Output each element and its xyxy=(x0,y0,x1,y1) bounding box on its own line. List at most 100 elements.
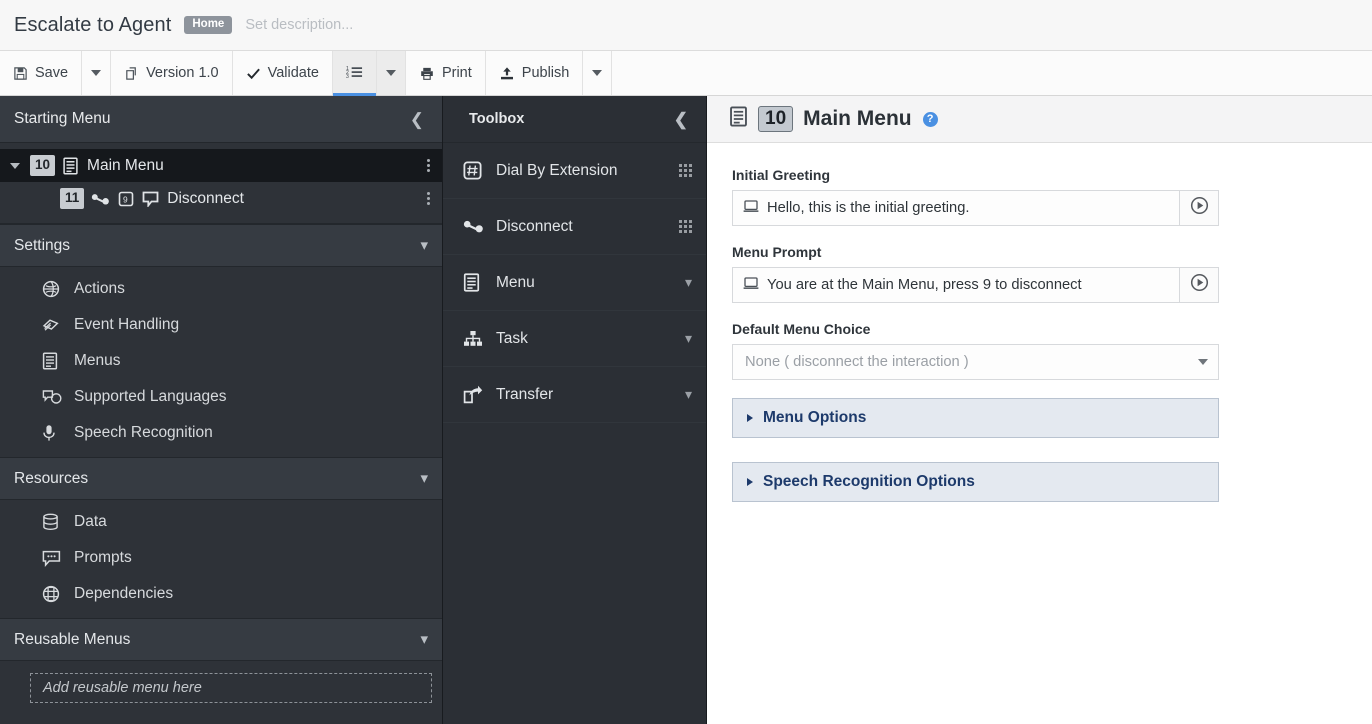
svg-text:9: 9 xyxy=(123,194,128,204)
drag-handle-icon[interactable] xyxy=(679,164,692,177)
sidebar-item-label: Menus xyxy=(74,352,121,369)
chevron-right-icon xyxy=(747,414,753,422)
node-label: Main Menu xyxy=(87,156,164,174)
section-header-reusable-menus[interactable]: Reusable Menus ▾ xyxy=(0,618,442,661)
sidebar-item-event-handling[interactable]: Event Handling xyxy=(0,307,442,343)
toolbox-panel: Toolbox ❮ Dial By Extension Disconnect M… xyxy=(443,96,707,724)
node-menu-icon[interactable] xyxy=(417,192,430,205)
chevron-down-icon[interactable]: ▾ xyxy=(685,330,692,347)
node-badge: 11 xyxy=(60,188,85,209)
chevron-down-icon xyxy=(592,70,603,76)
left-sidebar: Starting Menu ❮ 10 Main Menu 11 9 Discon… xyxy=(0,96,443,724)
sidebar-item-data[interactable]: Data xyxy=(0,504,442,540)
section-header-resources[interactable]: Resources ▾ xyxy=(0,457,442,500)
description-placeholder[interactable]: Set description... xyxy=(245,17,353,33)
print-label: Print xyxy=(441,65,472,81)
toolbox-item-task[interactable]: Task ▾ xyxy=(443,311,706,367)
tree-node-disconnect[interactable]: 11 9 Disconnect xyxy=(0,182,442,215)
section-header-settings[interactable]: Settings ▾ xyxy=(0,224,442,267)
page-title: Escalate to Agent xyxy=(14,13,172,36)
accordion-menu-options[interactable]: Menu Options xyxy=(732,398,1219,438)
input-group: You are at the Main Menu, press 9 to dis… xyxy=(732,267,1219,303)
chevron-down-icon xyxy=(1198,359,1208,365)
chevron-down-icon[interactable]: ▾ xyxy=(420,238,428,253)
menu-list-icon xyxy=(42,352,62,370)
version-button[interactable]: Version 1.0 xyxy=(111,51,233,95)
menu-list-icon xyxy=(62,156,79,175)
toolbox-item-disconnect[interactable]: Disconnect xyxy=(443,199,706,255)
publish-button[interactable]: Publish xyxy=(486,51,584,95)
section-body-resources: Data Prompts Dependencies xyxy=(0,500,442,618)
outline-view-button[interactable]: 1 2 3 xyxy=(332,51,377,96)
initial-greeting-input[interactable]: Hello, this is the initial greeting. xyxy=(732,190,1179,226)
sidebar-item-menus[interactable]: Menus xyxy=(0,343,442,379)
sidebar-item-speech-recognition[interactable]: Speech Recognition xyxy=(0,415,442,451)
chevron-down-icon[interactable]: ▾ xyxy=(685,274,692,291)
chevron-down-icon xyxy=(91,70,102,76)
workspace: Starting Menu ❮ 10 Main Menu 11 9 Discon… xyxy=(0,96,1372,724)
main-panel: 10 Main Menu ? Initial Greeting Hello, t… xyxy=(707,96,1372,724)
validate-button[interactable]: Validate xyxy=(233,51,333,95)
chevron-down-icon[interactable]: ▾ xyxy=(685,386,692,403)
save-button[interactable]: Save xyxy=(0,51,83,95)
chat-bubble-icon xyxy=(42,550,62,567)
print-button[interactable]: Print xyxy=(406,51,486,95)
sidebar-item-dependencies[interactable]: Dependencies xyxy=(0,576,442,612)
upload-icon xyxy=(499,66,515,81)
reusable-menus-body: Add reusable menu here xyxy=(0,661,442,724)
task-tree-icon xyxy=(463,330,485,348)
toolbox-item-dial-by-extension[interactable]: Dial By Extension xyxy=(443,143,706,199)
transfer-arrow-icon xyxy=(463,385,485,404)
application-window: Escalate to Agent Home Set description..… xyxy=(0,0,1372,724)
collapse-toolbox-icon[interactable]: ❮ xyxy=(670,109,692,130)
tree-node-main-menu[interactable]: 10 Main Menu xyxy=(0,149,442,182)
tts-monitor-icon xyxy=(743,199,759,217)
sidebar-item-prompts[interactable]: Prompts xyxy=(0,540,442,576)
add-reusable-menu-dropzone[interactable]: Add reusable menu here xyxy=(30,673,432,703)
globe-icon xyxy=(42,280,62,298)
expand-toggle-icon[interactable] xyxy=(0,162,30,169)
sidebar-item-supported-languages[interactable]: Supported Languages xyxy=(0,379,442,415)
section-body-settings: Actions Event Handling Menus Supported L… xyxy=(0,267,442,457)
collapse-sidebar-icon[interactable]: ❮ xyxy=(406,109,428,130)
menu-tree: 10 Main Menu 11 9 Disconnect xyxy=(0,143,442,224)
field-label: Default Menu Choice xyxy=(732,321,871,337)
toolbox-item-menu[interactable]: Menu ▾ xyxy=(443,255,706,311)
hash-box-icon xyxy=(463,161,485,180)
sidebar-item-label: Speech Recognition xyxy=(74,424,213,441)
help-icon[interactable]: ? xyxy=(922,111,938,127)
section-title: Settings xyxy=(14,236,71,254)
outline-view-dropdown-button[interactable] xyxy=(376,51,406,95)
main-panel-header: 10 Main Menu ? xyxy=(707,96,1372,143)
starting-menu-title: Starting Menu xyxy=(14,110,111,127)
sidebar-item-label: Actions xyxy=(74,280,125,297)
save-dropdown-button[interactable] xyxy=(82,51,112,95)
play-menu-prompt-button[interactable] xyxy=(1179,267,1219,303)
publish-dropdown-button[interactable] xyxy=(583,51,613,95)
sidebar-item-actions[interactable]: Actions xyxy=(0,271,442,307)
accordion-speech-recognition-options[interactable]: Speech Recognition Options xyxy=(732,462,1219,502)
menu-list-icon xyxy=(463,273,485,292)
chevron-down-icon[interactable]: ▾ xyxy=(420,471,428,486)
toolbox-item-transfer[interactable]: Transfer ▾ xyxy=(443,367,706,423)
menu-prompt-input[interactable]: You are at the Main Menu, press 9 to dis… xyxy=(732,267,1179,303)
toolbox-item-label: Dial By Extension xyxy=(496,161,618,179)
default-menu-choice-value: None ( disconnect the interaction ) xyxy=(745,354,969,370)
save-label: Save xyxy=(35,65,69,81)
play-icon xyxy=(1190,273,1209,297)
input-group: Hello, this is the initial greeting. xyxy=(732,190,1219,226)
field-menu-prompt: Menu Prompt You are at the Main Menu, pr… xyxy=(732,244,1219,303)
chevron-down-icon xyxy=(385,70,396,76)
ordered-list-icon: 1 2 3 xyxy=(346,65,363,81)
svg-text:3: 3 xyxy=(346,74,349,80)
home-badge[interactable]: Home xyxy=(184,16,233,34)
toolbox-header: Toolbox ❮ xyxy=(443,96,706,143)
printer-icon xyxy=(419,66,435,81)
play-initial-greeting-button[interactable] xyxy=(1179,190,1219,226)
node-menu-icon[interactable] xyxy=(417,159,430,172)
chevron-down-icon[interactable]: ▾ xyxy=(420,632,428,647)
drag-handle-icon[interactable] xyxy=(679,220,692,233)
toolbox-item-label: Menu xyxy=(496,273,535,291)
default-menu-choice-select[interactable]: None ( disconnect the interaction ) xyxy=(732,344,1219,380)
